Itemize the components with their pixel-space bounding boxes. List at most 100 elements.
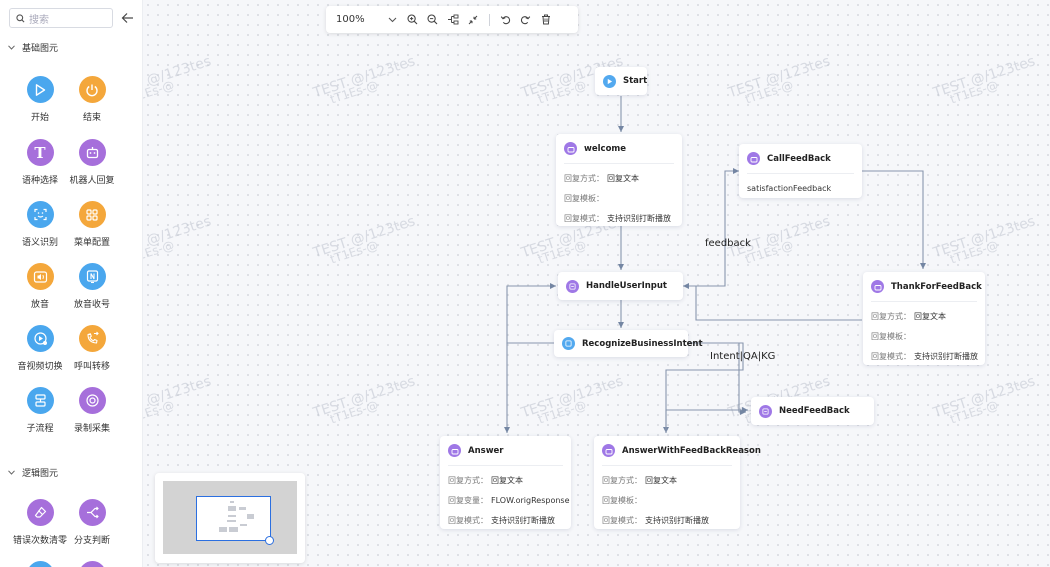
palette-robot-reply[interactable]: 机器人回复 xyxy=(57,139,127,186)
watermark: TEST @/123testT1Es-@ xyxy=(931,373,1038,427)
robot-icon xyxy=(602,444,615,457)
node-needfeedback[interactable]: NeedFeedBack xyxy=(751,397,874,425)
robot-icon xyxy=(78,139,106,166)
palette-call-transfer[interactable]: 呼叫转移 xyxy=(57,325,127,372)
palette-label: 录制采集 xyxy=(73,424,110,434)
node-handleuserinput[interactable]: HandleUserInput xyxy=(558,272,683,300)
search-icon xyxy=(16,13,25,22)
section-basic-elements[interactable]: 基础图元 xyxy=(8,41,58,54)
minimap[interactable] xyxy=(155,473,305,563)
chevron-down-icon xyxy=(8,470,15,475)
palette-branch[interactable]: 分支判断 xyxy=(57,499,127,546)
palette-record[interactable]: 录制采集 xyxy=(57,387,127,434)
watermark: TEST @/123testT1Es-@ xyxy=(311,213,418,267)
subflow-icon xyxy=(26,387,54,414)
trash-icon xyxy=(541,14,550,25)
section-title: 逻辑图元 xyxy=(22,469,59,479)
node-start[interactable]: Start xyxy=(595,67,647,95)
edge-answerwfb-needfeedback xyxy=(665,407,748,433)
eraser-icon xyxy=(26,499,54,526)
watermark: TEST @/123testT1Es-@ xyxy=(143,373,214,427)
node-title: CallFeedBack xyxy=(767,153,831,164)
palette-label: 放音收号 xyxy=(73,300,110,310)
node-row: 回复方式： 回复文本 xyxy=(871,312,946,321)
minimap-preview xyxy=(219,501,254,532)
palette-menu-config[interactable]: 菜单配置 xyxy=(57,201,127,248)
palette-end[interactable]: 结束 xyxy=(57,76,127,123)
node-row: 回复模式： 支持识别打断播放 xyxy=(602,516,709,525)
node-row: 回复模板： xyxy=(871,332,911,341)
list-icon xyxy=(759,404,772,418)
node-thankforfeedback[interactable]: ThankForFeedBack 回复方式： 回复文本 回复模板： 回复模式： 支持… xyxy=(863,272,985,365)
node-title: HandleUserInput xyxy=(586,281,667,291)
node-answer[interactable]: Answer 回复方式： 回复文本 回复变量： FLOW.origResponse … xyxy=(440,436,571,529)
edge-label-intent: Intent|QA|KG xyxy=(710,351,776,362)
text-t-icon: T xyxy=(26,139,54,166)
speaker-icon xyxy=(26,263,54,290)
node-row: 回复方式： 回复文本 xyxy=(564,174,639,183)
canvas-toolbar: 100% xyxy=(326,6,578,33)
collapse-sidebar-button[interactable] xyxy=(118,8,136,28)
node-title: NeedFeedBack xyxy=(779,406,850,416)
auto-layout-button[interactable] xyxy=(443,10,463,30)
zoom-in-button[interactable] xyxy=(403,10,423,30)
search-placeholder: 搜索 xyxy=(29,14,49,26)
fit-view-button[interactable] xyxy=(463,10,483,30)
minimap-resize-handle[interactable] xyxy=(265,536,274,545)
edge-label-feedback: feedback xyxy=(705,238,751,249)
node-answerwithfeedbackreason[interactable]: AnswerWithFeedBackReason 回复方式： 回复文本 回复模板：… xyxy=(594,436,761,529)
flow-canvas[interactable]: TEST @/123tes tT1Es-@ TEST @/123tes tT1Es-… xyxy=(143,0,1050,567)
node-callfeedback[interactable]: CallFeedBack satisfactionFeedback xyxy=(739,144,862,198)
watermark: TEST @/123testT1Es-@ xyxy=(311,373,418,427)
watermark: TEST @/123testT1Es-@ xyxy=(931,53,1038,107)
section-logic-elements[interactable]: 逻辑图元 xyxy=(8,466,58,479)
zoom-level[interactable]: 100% xyxy=(336,14,365,25)
palette-label: 音视频切换 xyxy=(17,362,63,372)
arrow-left-icon xyxy=(121,13,133,23)
node-row: 回复模式： 支持识别打断播放 xyxy=(448,516,555,525)
minimap-area xyxy=(163,481,297,554)
branch-icon xyxy=(78,499,106,526)
watermark: TEST @/123testT1Es-@ xyxy=(143,53,214,107)
node-row: 回复模式： 支持识别打断播放 xyxy=(871,352,978,361)
node-welcome[interactable]: welcome 回复方式： 回复文本 回复模板： 回复模式： 支持识别打断播放 xyxy=(556,134,682,226)
node-row: 回复方式： 回复文本 xyxy=(602,476,677,485)
undo-button[interactable] xyxy=(496,10,516,30)
power-icon xyxy=(78,76,106,103)
watermark: TEST @/123testT1Es-@ xyxy=(311,53,418,107)
palette-more-2[interactable] xyxy=(57,561,127,567)
node-title: RecognizeBusinessIntent xyxy=(582,338,703,349)
minimap-viewport[interactable] xyxy=(196,496,271,541)
chevron-down-icon xyxy=(8,45,15,50)
redo-button[interactable] xyxy=(516,10,536,30)
watermark: TEST @/123testT1Es-@ xyxy=(726,53,833,107)
layout-tree-icon xyxy=(447,14,459,25)
palette-label: 放音 xyxy=(30,300,49,310)
node-row: 回复模板： xyxy=(602,496,642,505)
palette-label: 呼叫转移 xyxy=(73,362,110,372)
zoom-out-button[interactable] xyxy=(423,10,443,30)
delete-button[interactable] xyxy=(536,10,556,30)
list-icon xyxy=(566,279,579,293)
edge-recognize-answer xyxy=(504,342,554,433)
node-title: AnswerWithFeedBackReason xyxy=(622,445,761,456)
watermark: TEST @/123testT1Es-@ xyxy=(931,213,1038,267)
node-title: Start xyxy=(623,76,648,86)
node-title: ThankForFeedBack xyxy=(891,281,982,292)
edge-handle-callfeedback xyxy=(686,168,739,287)
play-icon xyxy=(603,74,616,88)
search-input[interactable]: 搜索 xyxy=(9,8,113,28)
semantic-icon xyxy=(562,337,575,350)
component-sidebar: 搜索 基础图元 开始 结束 T 语种选择 机器人回复 语义识别 菜单配置 放音 … xyxy=(0,0,143,567)
edge-recognize-handle xyxy=(506,283,556,344)
toolbar-divider xyxy=(488,13,490,26)
grid-menu-icon xyxy=(78,201,106,228)
node-row: 回复模式： 支持识别打断播放 xyxy=(564,214,671,223)
node-row: 回复模板： xyxy=(564,194,604,203)
node-recognizebusinessintent[interactable]: RecognizeBusinessIntent xyxy=(554,330,703,357)
node-title: welcome xyxy=(584,143,627,154)
palette-play-collect[interactable]: 放音收号 xyxy=(57,263,127,310)
zoom-dropdown-button[interactable] xyxy=(383,10,403,30)
robot-icon xyxy=(448,444,461,457)
robot-icon xyxy=(564,142,577,155)
